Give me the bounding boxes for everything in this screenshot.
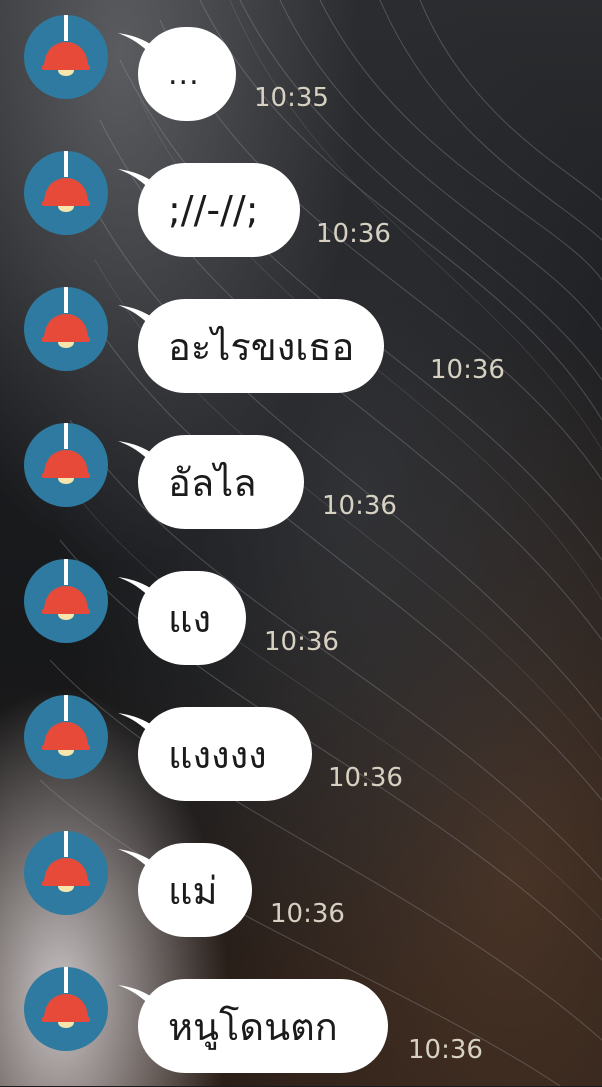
message-timestamp: 10:36: [430, 355, 505, 385]
message-row: ;//-//; 10:36: [0, 151, 602, 271]
lamp-icon: [24, 559, 108, 643]
message-timestamp: 10:36: [322, 491, 397, 521]
message-row: อัลไล 10:36: [0, 423, 602, 543]
message-text: แม่: [168, 868, 218, 913]
message-bubble[interactable]: ...: [138, 27, 236, 121]
lamp-icon: [24, 15, 108, 99]
avatar[interactable]: [24, 151, 108, 235]
message-timestamp: 10:36: [328, 763, 403, 793]
avatar[interactable]: [24, 967, 108, 1051]
message-row: แงงงง 10:36: [0, 695, 602, 815]
message-bubble[interactable]: แง: [138, 571, 246, 665]
avatar[interactable]: [24, 287, 108, 371]
chat-message-list[interactable]: ... 10:35 ;//-//; 10:36 อะไรขงเธอ 10:36 อัลไล 1…: [0, 0, 602, 1086]
lamp-icon: [24, 967, 108, 1051]
message-text: อัลไล: [168, 460, 257, 505]
message-bubble[interactable]: ;//-//;: [138, 163, 300, 257]
message-bubble[interactable]: อัลไล: [138, 435, 304, 529]
message-bubble[interactable]: แงงงง: [138, 707, 312, 801]
message-text: หนูโดนตก: [168, 1004, 338, 1049]
lamp-icon: [24, 287, 108, 371]
message-row: แม่ 10:36: [0, 831, 602, 951]
avatar[interactable]: [24, 695, 108, 779]
avatar[interactable]: [24, 831, 108, 915]
message-bubble[interactable]: อะไรขงเธอ: [138, 299, 384, 393]
message-row: หนูโดนตก 10:36: [0, 967, 602, 1087]
message-timestamp: 10:35: [254, 83, 329, 113]
message-text: แงงงง: [168, 732, 267, 777]
message-row: แง 10:36: [0, 559, 602, 679]
message-bubble[interactable]: หนูโดนตก: [138, 979, 388, 1073]
avatar[interactable]: [24, 15, 108, 99]
message-timestamp: 10:36: [270, 899, 345, 929]
message-row: ... 10:35: [0, 15, 602, 135]
message-timestamp: 10:36: [408, 1035, 483, 1065]
avatar[interactable]: [24, 559, 108, 643]
message-timestamp: 10:36: [264, 627, 339, 657]
message-bubble[interactable]: แม่: [138, 843, 252, 937]
lamp-icon: [24, 151, 108, 235]
message-text: อะไรขงเธอ: [168, 324, 355, 369]
message-text: ;//-//;: [168, 188, 259, 232]
message-row: อะไรขงเธอ 10:36: [0, 287, 602, 407]
avatar[interactable]: [24, 423, 108, 507]
message-text: แง: [168, 596, 212, 641]
message-text: ...: [168, 56, 200, 92]
lamp-icon: [24, 423, 108, 507]
lamp-icon: [24, 831, 108, 915]
message-timestamp: 10:36: [316, 219, 391, 249]
lamp-icon: [24, 695, 108, 779]
